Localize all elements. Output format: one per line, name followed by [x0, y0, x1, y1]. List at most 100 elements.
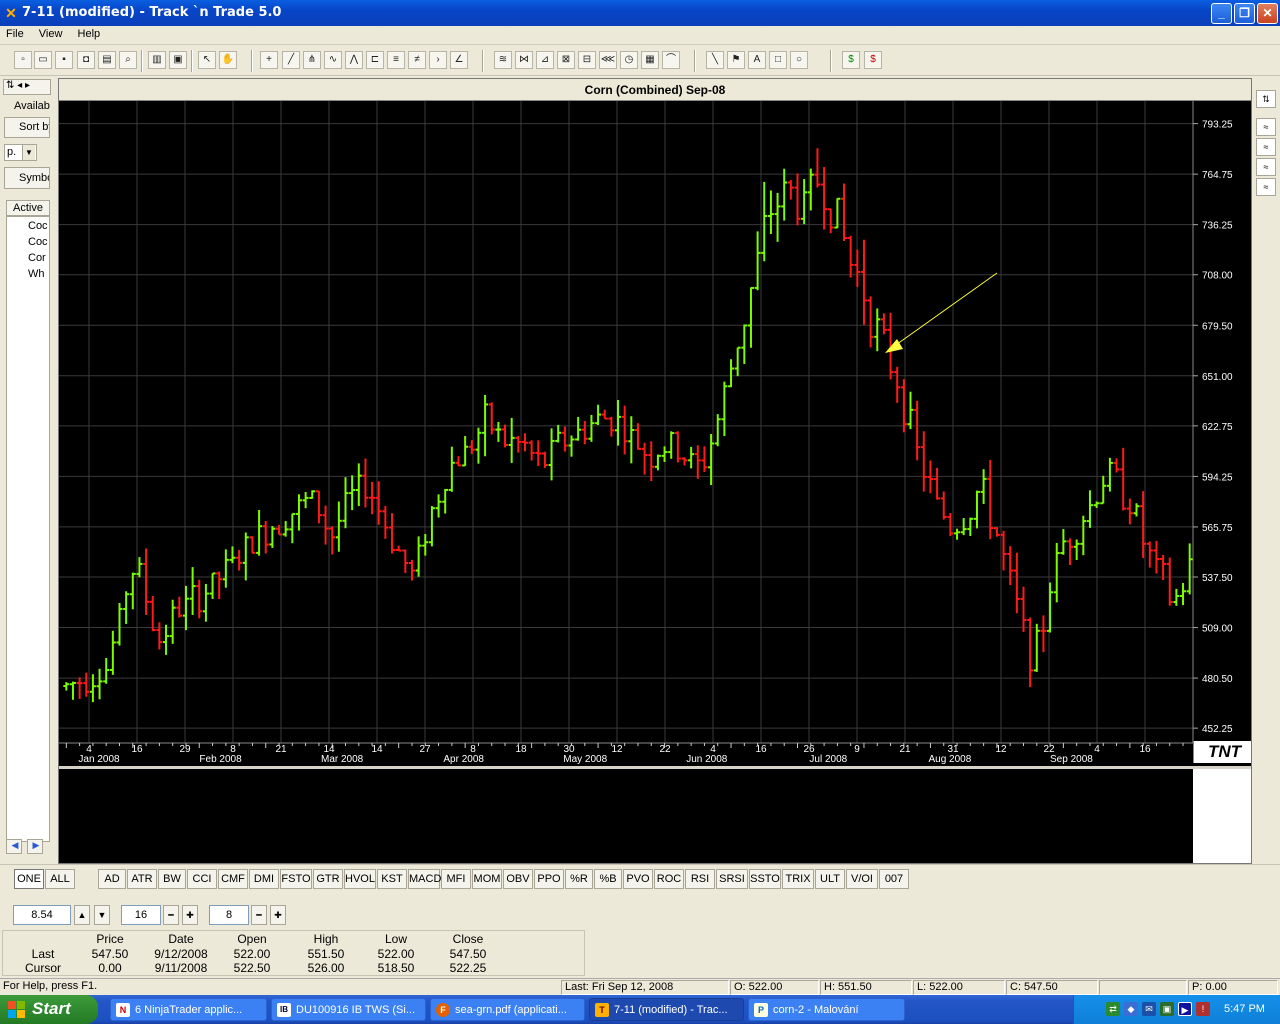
param-1-down-icon[interactable]: ▼	[94, 905, 110, 925]
indicator-tab-ssto[interactable]: SSTO	[749, 869, 781, 889]
channel-icon[interactable]: ⊏	[366, 51, 384, 69]
minimize-button[interactable]: _	[1211, 3, 1232, 24]
buy-icon[interactable]: $	[842, 51, 860, 69]
wave-icon[interactable]: ∿	[324, 51, 342, 69]
indicator-tab-roc[interactable]: ROC	[654, 869, 684, 889]
indicator-tab-atr[interactable]: ATR	[127, 869, 157, 889]
param-2-field[interactable]: 16	[121, 905, 161, 925]
fib2-icon[interactable]: ⋘	[599, 51, 617, 69]
play-icon[interactable]: ▶	[1178, 1002, 1192, 1016]
trendline-icon[interactable]: ╱	[282, 51, 300, 69]
save-icon[interactable]: ▪	[55, 51, 73, 69]
hand-icon[interactable]: ✋	[219, 51, 237, 69]
left-panel-nav[interactable]: ⇅ ◂ ▸	[3, 79, 51, 95]
grid-tool-icon[interactable]: ≡	[387, 51, 405, 69]
menu-view[interactable]: View	[33, 26, 69, 40]
list-item[interactable]: Coc	[28, 236, 48, 248]
arrow-tool-icon[interactable]: ›	[429, 51, 447, 69]
indicator-tab-gtr[interactable]: GTR	[313, 869, 343, 889]
task-track-n-trade[interactable]: T 7-11 (modified) - Trac...	[589, 998, 744, 1021]
price-chart[interactable]: 793.25 764.75 736.25 708.00 679.50 651.00 622.…	[59, 101, 1251, 863]
columns-icon[interactable]: ▥	[148, 51, 166, 69]
chart-window[interactable]: Corn (Combined) Sep-08 793.25 764.75 736.2…	[58, 78, 1252, 864]
print-icon[interactable]: ▤	[98, 51, 116, 69]
fan-icon[interactable]: ⋀	[345, 51, 363, 69]
param-3-plus-icon[interactable]: ✚	[270, 905, 286, 925]
indicator-tab-b[interactable]: %B	[594, 869, 622, 889]
open-icon[interactable]: ▭	[34, 51, 52, 69]
cycle2-icon[interactable]: ⋈	[515, 51, 533, 69]
chart-red-icon[interactable]: ▣	[169, 51, 187, 69]
menu-help[interactable]: Help	[72, 26, 107, 40]
flag-icon[interactable]: ⚑	[727, 51, 745, 69]
list-item[interactable]: Coc	[28, 220, 48, 232]
scroll-right-icon[interactable]: ▶	[27, 839, 43, 854]
param-2-minus-icon[interactable]: ━	[163, 905, 179, 925]
chevron-down-icon[interactable]: ▼	[22, 145, 35, 160]
preview-icon[interactable]: ⌕	[119, 51, 137, 69]
param-1-field[interactable]: 8.54	[13, 905, 71, 925]
indicator-tab-voi[interactable]: V/OI	[846, 869, 878, 889]
indicator-tab-dmi[interactable]: DMI	[249, 869, 279, 889]
app-icon[interactable]: ✕	[3, 5, 19, 21]
indicator-tab-mfi[interactable]: MFI	[441, 869, 471, 889]
indicator-tab-cci[interactable]: CCI	[187, 869, 217, 889]
active-tab[interactable]: Active	[6, 200, 50, 216]
new-icon[interactable]: ▫	[14, 51, 32, 69]
param-2-plus-icon[interactable]: ✚	[182, 905, 198, 925]
network-icon[interactable]: ⇄	[1106, 1002, 1120, 1016]
time-icon[interactable]: ◷	[620, 51, 638, 69]
indicator-tab-all[interactable]: ALL	[45, 869, 75, 889]
camera-icon[interactable]: ◘	[77, 51, 95, 69]
shield-icon[interactable]: ▣	[1160, 1002, 1174, 1016]
indicator-tab-bw[interactable]: BW	[158, 869, 186, 889]
indicator-tab-cmf[interactable]: CMF	[218, 869, 248, 889]
arc-icon[interactable]: ⌒	[662, 51, 680, 69]
scroll-left-icon[interactable]: ◀	[6, 839, 22, 854]
indicator-tab-ult[interactable]: ULT	[815, 869, 845, 889]
task-paint[interactable]: Pcorn-2 - Malování	[748, 998, 905, 1021]
param-1-up-icon[interactable]: ▲	[74, 905, 90, 925]
indicator-tab-macd[interactable]: MACD	[408, 869, 441, 889]
indicator-tab-ad[interactable]: AD	[98, 869, 126, 889]
pointer-icon[interactable]: ↖	[198, 51, 216, 69]
indicator-tab-r[interactable]: %R	[565, 869, 593, 889]
indicator-tab-007[interactable]: 007	[879, 869, 909, 889]
pane-splitter[interactable]	[59, 766, 1251, 769]
sell-icon[interactable]: $	[864, 51, 882, 69]
wave-icon[interactable]: ≈	[1256, 138, 1276, 156]
fib-icon[interactable]: ⊟	[578, 51, 596, 69]
indicator-tab-mom[interactable]: MOM	[472, 869, 502, 889]
menu-file[interactable]: File	[0, 26, 30, 40]
maximize-button[interactable]: ❐	[1234, 3, 1255, 24]
indicator-tab-kst[interactable]: KST	[377, 869, 407, 889]
indicator-tab-trix[interactable]: TRIX	[782, 869, 814, 889]
chat-icon[interactable]: ✉	[1142, 1002, 1156, 1016]
sort-dropdown[interactable]: p. ▼	[4, 144, 37, 161]
task-firefox[interactable]: Fsea-grn.pdf (applicati...	[430, 998, 585, 1021]
param-3-field[interactable]: 8	[209, 905, 249, 925]
rectangle-icon[interactable]: □	[769, 51, 787, 69]
sort-icon[interactable]: ⇅	[1256, 90, 1276, 108]
task-ib-tws[interactable]: IB DU100916 IB TWS (Si...	[271, 998, 426, 1021]
indicator-tab-fsto[interactable]: FSTO	[280, 869, 312, 889]
draw-line-icon[interactable]: ╲	[706, 51, 724, 69]
indicator-tab-pvo[interactable]: PVO	[623, 869, 653, 889]
list-item[interactable]: Cor	[28, 252, 46, 264]
task-ninjatrader[interactable]: N 6 NinjaTrader applic...	[110, 998, 267, 1021]
gann-icon[interactable]: ⊿	[536, 51, 554, 69]
symbol-button[interactable]: Symbo	[4, 167, 50, 189]
ellipse-icon[interactable]: ○	[790, 51, 808, 69]
indicator-tab-rsi[interactable]: RSI	[685, 869, 715, 889]
close-button[interactable]: ✕	[1257, 3, 1278, 24]
indicator-tab-hvol[interactable]: HVOL	[344, 869, 376, 889]
param-3-minus-icon[interactable]: ━	[251, 905, 267, 925]
wave-icon[interactable]: ≈	[1256, 158, 1276, 176]
alert-icon[interactable]: !	[1196, 1002, 1210, 1016]
indicator-tab-srsi[interactable]: SRSI	[716, 869, 748, 889]
day-icon[interactable]: ▦	[641, 51, 659, 69]
indicator-tab-one[interactable]: ONE	[14, 869, 44, 889]
pitchfork-icon[interactable]: ⋔	[303, 51, 321, 69]
parallel-icon[interactable]: ≠	[408, 51, 426, 69]
text-icon[interactable]: A	[748, 51, 766, 69]
